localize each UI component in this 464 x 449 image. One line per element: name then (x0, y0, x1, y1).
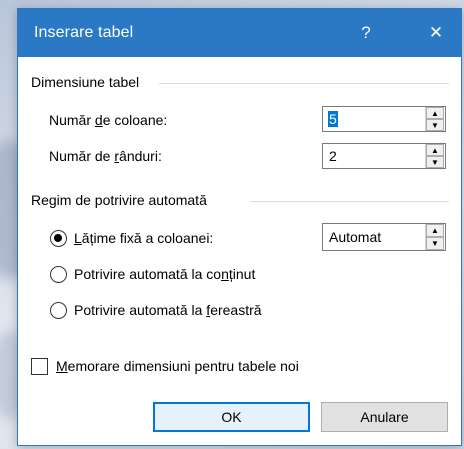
spin-up-icon[interactable]: ▲ (426, 144, 444, 156)
cancel-button[interactable]: Anulare (321, 402, 448, 432)
autofit-window-radio[interactable] (50, 302, 67, 319)
spin-down-icon[interactable]: ▼ (426, 237, 444, 250)
columns-label: Număr de coloane: (49, 112, 168, 128)
fixed-width-spinner[interactable]: Automat ▲ ▼ (322, 223, 446, 251)
spin-buttons: ▲ ▼ (425, 224, 445, 250)
help-icon: ? (361, 23, 371, 42)
ok-button[interactable]: OK (153, 402, 310, 432)
group-divider (250, 201, 449, 202)
autofit-content-label[interactable]: Potrivire automată la conținut (74, 266, 255, 282)
insert-table-dialog: Inserare tabel ? ✕ Dimensiune tabel Numă… (17, 8, 462, 446)
close-button[interactable]: ✕ (413, 9, 459, 57)
rows-spinner[interactable]: 2 ▲ ▼ (322, 143, 446, 169)
spin-buttons: ▲ ▼ (425, 107, 445, 131)
rows-label: Număr de rânduri: (49, 148, 162, 164)
remember-dimensions-label[interactable]: Memorare dimensiuni pentru tabele noi (56, 358, 299, 374)
radio-selected-dot (54, 234, 62, 242)
fixed-width-value[interactable]: Automat (329, 229, 381, 245)
close-icon: ✕ (428, 23, 444, 42)
spin-up-icon[interactable]: ▲ (426, 107, 444, 119)
rows-value[interactable]: 2 (329, 148, 337, 164)
table-size-group-label: Dimensiune tabel (31, 74, 140, 90)
group-divider (159, 83, 449, 84)
fixed-width-label[interactable]: Lățime fixă a coloanei: (74, 230, 213, 246)
columns-value[interactable]: 5 (328, 111, 338, 127)
autofit-window-label[interactable]: Potrivire automată la fereastră (74, 302, 262, 318)
spin-up-icon[interactable]: ▲ (426, 224, 444, 237)
spin-down-icon[interactable]: ▼ (426, 119, 444, 131)
remember-dimensions-checkbox[interactable] (31, 358, 48, 375)
title-bar[interactable]: Inserare tabel ? ✕ (18, 9, 461, 57)
spin-down-icon[interactable]: ▼ (426, 156, 444, 168)
fixed-width-radio[interactable] (50, 230, 67, 247)
spin-buttons: ▲ ▼ (425, 144, 445, 168)
help-button[interactable]: ? (343, 9, 389, 57)
dialog-title: Inserare tabel (34, 24, 134, 41)
autofit-group-label: Regim de potrivire automată (31, 192, 207, 208)
autofit-content-radio[interactable] (50, 266, 67, 283)
columns-spinner[interactable]: 5 ▲ ▼ (322, 106, 446, 132)
